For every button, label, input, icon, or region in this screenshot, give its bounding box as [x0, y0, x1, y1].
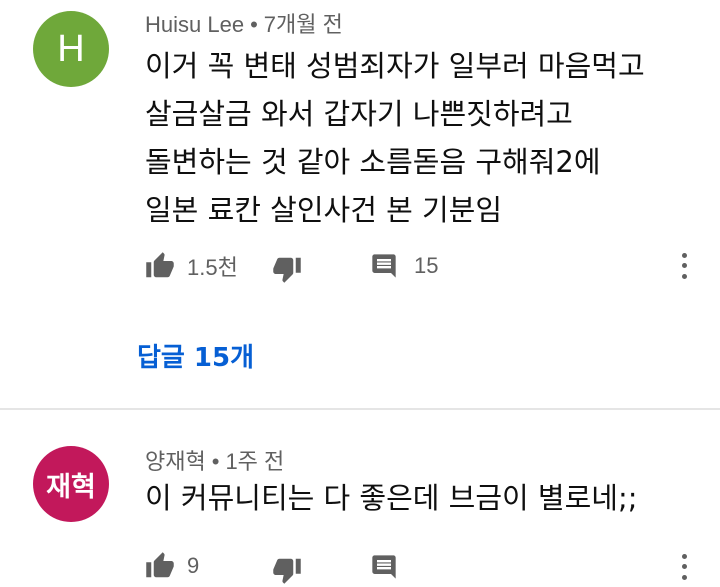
more-dot	[681, 564, 687, 570]
dislike-button[interactable]	[272, 555, 302, 585]
thumbs-down-icon	[273, 257, 301, 283]
comment-meta: Huisu Lee • 7개월 전	[145, 7, 343, 39]
comment-actions: 9	[0, 547, 720, 587]
more-dot	[681, 252, 687, 258]
avatar[interactable]: 재혁	[33, 446, 109, 522]
reply-button[interactable]	[370, 553, 398, 581]
comment-author[interactable]: 양재혁	[145, 449, 206, 474]
comment-icon	[372, 254, 396, 278]
more-dot	[681, 553, 687, 559]
meta-separator: •	[250, 12, 258, 37]
comment-text: 이거 꼭 변태 성범죄자가 일부러 마음먹고 살금살금 와서 갑자기 나쁜짓하려…	[145, 49, 645, 227]
comment-time[interactable]: 7개월 전	[264, 12, 343, 37]
comment-time[interactable]: 1주 전	[225, 449, 284, 474]
comment-author[interactable]: Huisu Lee	[145, 12, 244, 37]
comment-meta: 양재혁 • 1주 전	[145, 444, 284, 476]
thumbs-down-icon	[273, 558, 301, 584]
more-dot	[681, 263, 687, 269]
more-dot	[681, 575, 687, 581]
dislike-button[interactable]	[272, 254, 302, 284]
like-button[interactable]: 1.5천	[145, 250, 238, 282]
more-vertical-icon[interactable]	[672, 551, 696, 583]
more-vertical-icon[interactable]	[672, 250, 696, 282]
like-count: 9	[187, 553, 200, 578]
comment-thread: H Huisu Lee • 7개월 전 이거 꼭 변태 성범죄자가 일부러 마음먹고…	[0, 0, 720, 408]
avatar-letter: 재혁	[46, 471, 96, 503]
comment-icon	[372, 555, 396, 579]
comment-actions: 1.5천 15	[0, 246, 720, 286]
reply-button[interactable]: 15	[370, 252, 438, 280]
thumbs-up-icon	[146, 252, 174, 278]
comment-thread: 재혁 양재혁 • 1주 전 이 커뮤니티는 다 좋은데 브금이 별로네;; 9	[0, 410, 720, 584]
comment-text: 이 커뮤니티는 다 좋은데 브금이 별로네;;	[145, 481, 638, 515]
avatar-letter: H	[57, 27, 85, 70]
meta-separator: •	[211, 449, 220, 474]
like-count: 1.5천	[187, 255, 238, 280]
like-button[interactable]: 9	[145, 551, 199, 581]
avatar[interactable]: H	[33, 11, 109, 87]
thumbs-up-icon	[146, 552, 174, 578]
view-replies-link[interactable]: 답글 15개	[137, 337, 254, 374]
reply-count: 15	[414, 253, 439, 278]
more-dot	[681, 274, 687, 280]
